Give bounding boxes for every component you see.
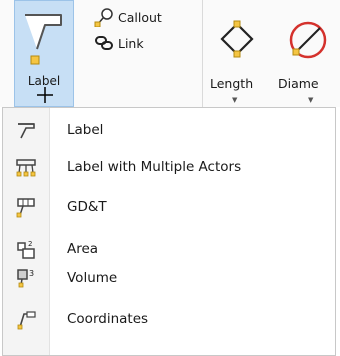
label-dropdown-menu: Label Label with Multiple Actors GD&T 2 … <box>2 107 336 356</box>
diameter-label: Diame <box>278 76 319 91</box>
link-icon <box>95 36 113 50</box>
callout-label: Callout <box>118 9 162 25</box>
link-label: Link <box>118 35 144 51</box>
menu-item-label-multiple-actors-text: Label with Multiple Actors <box>67 159 242 175</box>
menu-item-area[interactable]: 2 Area <box>3 234 335 264</box>
volume-icon: 3 <box>17 269 34 288</box>
crosshair-cursor-icon <box>37 87 53 103</box>
diameter-dropdown-arrow-icon[interactable]: ▼ <box>308 96 313 104</box>
menu-item-gdt-text: GD&T <box>67 199 107 215</box>
length-button[interactable]: Length ▼ <box>210 0 264 107</box>
callout-button[interactable]: Callout <box>94 6 162 28</box>
label-button-text: Label <box>27 74 61 88</box>
callout-icon <box>94 8 113 27</box>
length-icon <box>220 20 254 58</box>
menu-item-volume-text: Volume <box>67 270 118 286</box>
menu-item-label-text: Label <box>67 122 104 138</box>
menu-item-volume[interactable]: 3 Volume <box>3 263 335 293</box>
menu-item-coordinates-text: Coordinates <box>67 311 149 327</box>
length-label: Length <box>210 76 254 91</box>
menu-item-label[interactable]: Label <box>3 115 335 145</box>
length-dropdown-arrow-icon[interactable]: ▼ <box>232 96 237 104</box>
svg-text:2: 2 <box>28 240 32 248</box>
label-icon <box>18 123 35 139</box>
coordinates-icon <box>17 311 36 330</box>
diameter-icon <box>289 21 327 59</box>
area-icon: 2 <box>17 240 35 259</box>
svg-text:3: 3 <box>29 269 34 278</box>
menu-item-area-text: Area <box>67 241 99 257</box>
menu-item-gdt[interactable]: GD&T <box>3 192 335 222</box>
gdt-icon <box>16 198 35 218</box>
link-button[interactable]: Link <box>94 32 144 54</box>
label-dropdown-button[interactable]: Label <box>14 0 74 107</box>
label-large-icon <box>25 14 62 65</box>
ribbon-separator <box>202 0 203 107</box>
menu-item-label-multiple-actors[interactable]: Label with Multiple Actors <box>3 152 335 182</box>
diameter-button[interactable]: Diame ▼ <box>278 0 340 107</box>
label-multiple-actors-icon <box>16 159 36 177</box>
ribbon: Label Callout Link Length ▼ Diame ▼ <box>0 0 340 107</box>
menu-item-coordinates[interactable]: Coordinates <box>3 304 335 334</box>
